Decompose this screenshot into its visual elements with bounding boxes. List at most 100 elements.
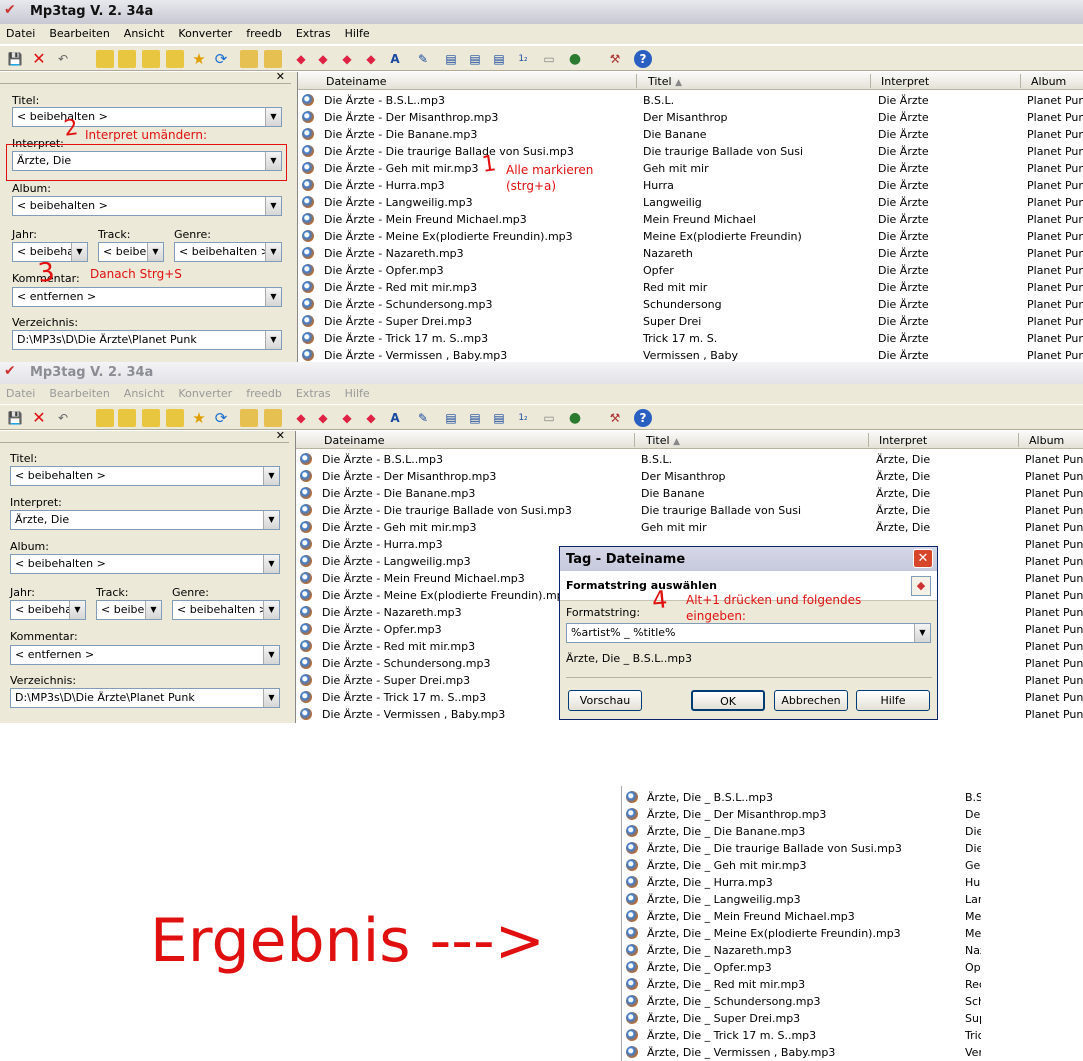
titel-combo[interactable]: < beibehalten > ▼ bbox=[12, 107, 282, 127]
table-row[interactable]: Die Ärzte - Mein Freund Michael.mp3 Mein … bbox=[298, 211, 1083, 228]
table-row[interactable]: Ärzte, Die _ Geh mit mir.mp3 Geh bbox=[622, 857, 981, 874]
verzeichnis-combo[interactable]: D:\MP3s\D\Die Ärzte\Planet Punk ▼ bbox=[10, 688, 280, 708]
action-run-icon[interactable]: ▤ bbox=[490, 409, 508, 427]
menu-ansicht[interactable]: Ansicht bbox=[124, 387, 165, 401]
favorites-star-icon[interactable]: ★ bbox=[190, 50, 208, 68]
folder-up-icon[interactable] bbox=[166, 50, 184, 68]
freedb-icon[interactable]: ▭ bbox=[540, 50, 558, 68]
table-row[interactable]: Ärzte, Die _ Meine Ex(plodierte Freundin… bbox=[622, 925, 981, 942]
table-row[interactable]: Ärzte, Die _ Vermissen , Baby.mp3 Ver bbox=[622, 1044, 981, 1061]
menu-freedb[interactable]: freedb bbox=[246, 387, 282, 401]
add-folder-icon[interactable] bbox=[118, 409, 136, 427]
table-row[interactable]: Ärzte, Die _ Opfer.mp3 Opf bbox=[622, 959, 981, 976]
table-row[interactable]: Die Ärzte - Geh mit mir.mp3 Geh mit mir Di… bbox=[298, 160, 1083, 177]
table-row[interactable]: Die Ärzte - Red mit mir.mp3 Red mit mir Di… bbox=[298, 279, 1083, 296]
col-interpret[interactable]: Interpret bbox=[879, 434, 927, 447]
ok-button[interactable]: OK bbox=[691, 690, 765, 711]
table-row[interactable]: Ärzte, Die _ Die traurige Ballade von Su… bbox=[622, 840, 981, 857]
interpret-combo[interactable]: Ärzte, Die ▼ bbox=[10, 510, 280, 530]
interpret-combo[interactable]: Ärzte, Die ▼ bbox=[12, 151, 282, 171]
tag-from-filename-icon[interactable]: ◆ bbox=[292, 409, 310, 427]
action-list-icon[interactable]: ▤ bbox=[466, 409, 484, 427]
action-icon[interactable]: ▤ bbox=[442, 50, 460, 68]
menu-datei[interactable]: Datei bbox=[6, 27, 35, 41]
table-row[interactable]: Die Ärzte - Schundersong.mp3 Schundersong… bbox=[298, 296, 1083, 313]
tag-tag-icon[interactable]: ◆ bbox=[362, 409, 380, 427]
help-icon[interactable]: ? bbox=[634, 409, 652, 427]
open-folder-icon[interactable] bbox=[96, 50, 114, 68]
numbering-icon[interactable]: 1₂ bbox=[514, 50, 532, 68]
table-row[interactable]: Die Ärzte - Die Banane.mp3 Die Banane Ärzt… bbox=[296, 485, 1083, 502]
col-dateiname[interactable]: Dateiname bbox=[324, 434, 385, 447]
col-dateiname[interactable]: Dateiname bbox=[326, 75, 387, 88]
refresh-icon[interactable]: ⟳ bbox=[212, 409, 230, 427]
close-icon[interactable]: ✕ bbox=[913, 549, 933, 568]
undo-icon[interactable]: ↶ bbox=[54, 50, 72, 68]
table-row[interactable]: Ärzte, Die _ Schundersong.mp3 Sch bbox=[622, 993, 981, 1010]
web-sources-icon[interactable]: ● bbox=[566, 409, 584, 427]
table-row[interactable]: Ärzte, Die _ Langweilig.mp3 Lan bbox=[622, 891, 981, 908]
col-titel[interactable]: Titel ▲ bbox=[646, 434, 680, 447]
export-icon[interactable] bbox=[240, 409, 258, 427]
text-file-tag-icon[interactable]: ◆ bbox=[338, 50, 356, 68]
kommentar-combo[interactable]: < entfernen > ▼ bbox=[10, 645, 280, 665]
col-titel[interactable]: Titel ▲ bbox=[648, 75, 682, 88]
abbrechen-button[interactable]: Abbrechen bbox=[774, 690, 848, 711]
table-row[interactable]: Die Ärzte - B.S.L..mp3 B.S.L. Die Ärzte Pla… bbox=[298, 92, 1083, 109]
web-sources-icon[interactable]: ● bbox=[566, 50, 584, 68]
genre-combo[interactable]: < beibehalten > ▼ bbox=[174, 242, 282, 262]
tag-from-filename-icon[interactable]: ◆ bbox=[292, 50, 310, 68]
table-row[interactable]: Ärzte, Die _ Hurra.mp3 Hur bbox=[622, 874, 981, 891]
table-row[interactable]: Die Ärzte - Die traurige Ballade von Sus… bbox=[298, 143, 1083, 160]
jahr-combo[interactable]: < beibeha ▼ bbox=[10, 600, 86, 620]
case-conversion-icon[interactable]: A bbox=[386, 409, 404, 427]
table-row[interactable]: Ärzte, Die _ Der Misanthrop.mp3 Der bbox=[622, 806, 981, 823]
edit-icon[interactable]: ✎ bbox=[414, 50, 432, 68]
folder-up-icon[interactable] bbox=[166, 409, 184, 427]
formatstring-combo[interactable]: %artist% _ %title% ▼ bbox=[566, 623, 931, 643]
menu-konverter[interactable]: Konverter bbox=[178, 387, 232, 401]
playlist-icon[interactable] bbox=[264, 50, 282, 68]
text-file-tag-icon[interactable]: ◆ bbox=[338, 409, 356, 427]
save-icon[interactable]: 💾 bbox=[6, 409, 24, 427]
table-row[interactable]: Die Ärzte - Geh mit mir.mp3 Geh mit mir Är… bbox=[296, 519, 1083, 536]
table-row[interactable]: Ärzte, Die _ Mein Freund Michael.mp3 Mei bbox=[622, 908, 981, 925]
table-row[interactable]: Ärzte, Die _ B.S.L..mp3 B.S bbox=[622, 789, 981, 806]
action-icon[interactable]: ▤ bbox=[442, 409, 460, 427]
col-album[interactable]: Album bbox=[1029, 434, 1064, 447]
action-run-icon[interactable]: ▤ bbox=[490, 50, 508, 68]
track-combo[interactable]: < beibel ▼ bbox=[96, 600, 162, 620]
table-row[interactable]: Die Ärzte - Der Misanthrop.mp3 Der Misant… bbox=[296, 468, 1083, 485]
table-row[interactable]: Ärzte, Die _ Nazareth.mp3 Naz bbox=[622, 942, 981, 959]
table-row[interactable]: Die Ärzte - Der Misanthrop.mp3 Der Misant… bbox=[298, 109, 1083, 126]
table-row[interactable]: Die Ärzte - Die traurige Ballade von Sus… bbox=[296, 502, 1083, 519]
options-tools-icon[interactable]: ⚒ bbox=[606, 50, 624, 68]
case-conversion-icon[interactable]: A bbox=[386, 50, 404, 68]
folder-icon[interactable] bbox=[142, 50, 160, 68]
filename-from-tag-icon[interactable]: ◆ bbox=[314, 50, 332, 68]
open-folder-icon[interactable] bbox=[96, 409, 114, 427]
col-interpret[interactable]: Interpret bbox=[881, 75, 929, 88]
track-combo[interactable]: < beibel ▼ bbox=[98, 242, 164, 262]
menu-hilfe[interactable]: Hilfe bbox=[345, 27, 370, 41]
kommentar-combo[interactable]: < entfernen > ▼ bbox=[12, 287, 282, 307]
refresh-icon[interactable]: ⟳ bbox=[212, 50, 230, 68]
save-icon[interactable]: 💾 bbox=[6, 50, 24, 68]
table-row[interactable]: Die Ärzte - Super Drei.mp3 Super Drei Die … bbox=[298, 313, 1083, 330]
table-row[interactable]: Ärzte, Die _ Trick 17 m. S..mp3 Tric bbox=[622, 1027, 981, 1044]
close-icon[interactable]: ✕ bbox=[276, 429, 285, 442]
table-row[interactable]: Die Ärzte - Nazareth.mp3 Nazareth Die Ärzt… bbox=[298, 245, 1083, 262]
add-folder-icon[interactable] bbox=[118, 50, 136, 68]
menu-bearbeiten[interactable]: Bearbeiten bbox=[49, 387, 109, 401]
menu-extras[interactable]: Extras bbox=[296, 27, 331, 41]
playlist-icon[interactable] bbox=[264, 409, 282, 427]
table-row[interactable]: Ärzte, Die _ Red mit mir.mp3 Rec bbox=[622, 976, 981, 993]
genre-combo[interactable]: < beibehalten > ▼ bbox=[172, 600, 280, 620]
menu-ansicht[interactable]: Ansicht bbox=[124, 27, 165, 41]
delete-icon[interactable]: ✕ bbox=[30, 409, 48, 427]
table-row[interactable]: Die Ärzte - B.S.L..mp3 B.S.L. Ärzte, Die Pl… bbox=[296, 451, 1083, 468]
menu-datei[interactable]: Datei bbox=[6, 387, 35, 401]
table-row[interactable]: Die Ärzte - Trick 17 m. S..mp3 Trick 17 m… bbox=[298, 330, 1083, 347]
col-album[interactable]: Album bbox=[1031, 75, 1066, 88]
export-icon[interactable] bbox=[240, 50, 258, 68]
